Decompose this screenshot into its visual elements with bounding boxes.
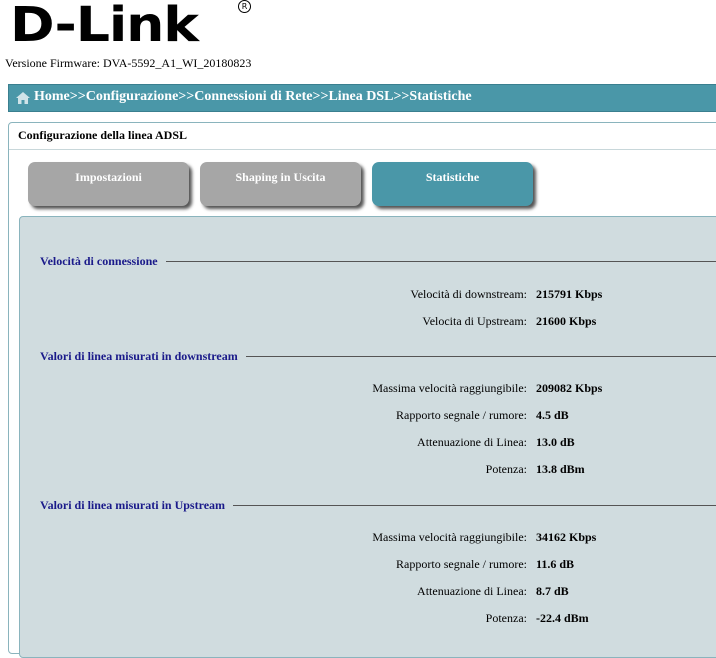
section-divider xyxy=(166,261,716,262)
section-title-connection-speed: Velocità di connessione xyxy=(40,254,158,268)
row-label: Potenza: xyxy=(485,462,527,476)
statistics-content: Velocità di connessione Velocità di down… xyxy=(19,216,716,658)
breadcrumb: Home>>Configurazione>>Connessioni di Ret… xyxy=(34,89,472,105)
section-title-upstream: Valori di linea misurati in Upstream xyxy=(40,498,226,512)
row-label: Velocità di downstream: xyxy=(410,287,527,301)
breadcrumb-bar: Home>>Configurazione>>Connessioni di Ret… xyxy=(8,84,716,112)
breadcrumb-connessioni[interactable]: Connessioni di Rete xyxy=(194,89,312,104)
row-label: Potenza: xyxy=(485,611,527,625)
breadcrumb-linea-dsl[interactable]: Linea DSL xyxy=(328,89,393,104)
row-label: Attenuazione di Linea: xyxy=(417,584,527,598)
row-label: Massima velocità raggiungibile: xyxy=(372,530,527,544)
panel-title: Configurazione della linea ADSL xyxy=(18,128,188,142)
row-value: 215791 Kbps xyxy=(536,287,603,301)
row-value: 13.0 dB xyxy=(536,435,575,449)
row-label: Massima velocità raggiungibile: xyxy=(372,381,527,395)
row-value: 11.6 dB xyxy=(536,557,575,571)
section-divider xyxy=(246,356,716,357)
row-value: 34162 Kbps xyxy=(536,530,597,544)
breadcrumb-statistiche: Statistiche xyxy=(409,89,472,104)
row-label: Velocita di Upstream: xyxy=(422,314,527,328)
breadcrumb-separator: >> xyxy=(393,89,410,104)
breadcrumb-home[interactable]: Home xyxy=(34,89,70,104)
tab-impostazioni[interactable]: Impostazioni xyxy=(28,162,189,206)
section-divider xyxy=(233,505,716,506)
adsl-config-panel: Configurazione della linea ADSL Impostaz… xyxy=(8,122,716,658)
firmware-version: Versione Firmware: DVA-5592_A1_WI_201808… xyxy=(5,56,252,70)
breadcrumb-separator: >> xyxy=(69,89,86,104)
tab-statistiche[interactable]: Statistiche xyxy=(372,162,533,206)
panel-divider xyxy=(9,149,716,150)
row-label: Rapporto segnale / rumore: xyxy=(396,557,527,571)
row-label: Rapporto segnale / rumore: xyxy=(396,408,527,422)
home-icon[interactable] xyxy=(15,91,31,105)
row-value: 8.7 dB xyxy=(536,584,569,598)
breadcrumb-separator: >> xyxy=(178,89,195,104)
row-value: 209082 Kbps xyxy=(536,381,603,395)
dlink-logo: D-Link xyxy=(10,0,199,53)
row-value: 21600 Kbps xyxy=(536,314,597,328)
tab-shaping-in-uscita[interactable]: Shaping in Uscita xyxy=(200,162,361,206)
section-title-downstream: Valori di linea misurati in downstream xyxy=(40,349,238,363)
row-value: 13.8 dBm xyxy=(536,462,585,476)
breadcrumb-separator: >> xyxy=(312,89,329,104)
row-label: Attenuazione di Linea: xyxy=(417,435,527,449)
row-value: -22.4 dBm xyxy=(536,611,589,625)
registered-mark: R xyxy=(238,0,251,13)
breadcrumb-configurazione[interactable]: Configurazione xyxy=(86,89,179,104)
row-value: 4.5 dB xyxy=(536,408,569,422)
